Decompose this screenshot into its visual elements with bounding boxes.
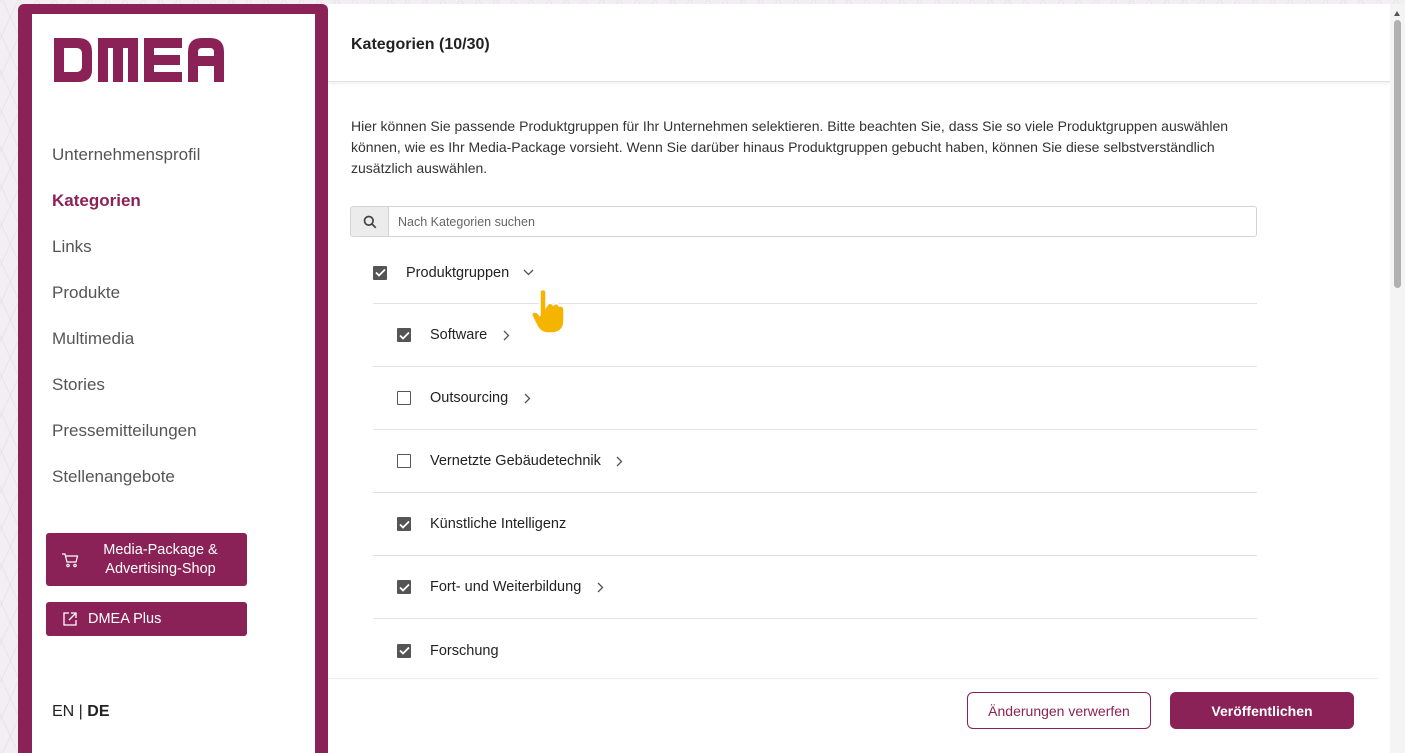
checkbox-vernetzte-gebaeudetechnik[interactable]: [397, 454, 411, 468]
dmea-plus-button[interactable]: DMEA Plus: [46, 602, 247, 636]
checkbox-forschung[interactable]: [397, 643, 411, 658]
sidebar-item-multimedia[interactable]: Multimedia: [52, 316, 200, 362]
checkbox-produktgruppen[interactable]: [373, 265, 387, 280]
checkbox-outsourcing[interactable]: [397, 391, 411, 405]
chevron-right-icon[interactable]: [520, 391, 534, 405]
search-input[interactable]: [389, 207, 1256, 236]
tree-row-fort-und-weiterbildung: Fort- und Weiterbildung: [373, 556, 1257, 619]
tree-row-forschung: Forschung: [373, 619, 1257, 682]
sidebar-item-stellenangebote[interactable]: Stellenangebote: [52, 454, 200, 500]
action-bar: Änderungen verwerfen Veröffentlichen: [328, 678, 1378, 753]
tree-row-produktgruppen: Produktgruppen: [373, 242, 1257, 304]
chevron-down-icon[interactable]: [521, 266, 535, 280]
sidebar-panel: Unternehmensprofil Kategorien Links Prod…: [32, 14, 315, 753]
hand-cursor-icon: [531, 288, 565, 334]
tree-label-kuenstliche-intelligenz[interactable]: Künstliche Intelligenz: [430, 516, 566, 532]
tree-label-fort-und-weiterbildung[interactable]: Fort- und Weiterbildung: [430, 579, 581, 595]
cart-icon: [60, 550, 80, 570]
language-switcher: EN | DE: [52, 703, 110, 721]
sidebar: Unternehmensprofil Kategorien Links Prod…: [18, 4, 328, 753]
sidebar-item-links[interactable]: Links: [52, 224, 200, 270]
publish-button[interactable]: Veröffentlichen: [1170, 692, 1354, 729]
dmea-plus-label: DMEA Plus: [88, 611, 162, 627]
tree-label-software[interactable]: Software: [430, 327, 487, 343]
tree-row-vernetzte-gebaeudetechnik: Vernetzte Gebäudetechnik: [373, 430, 1257, 493]
checkbox-software[interactable]: [397, 328, 411, 342]
scroll-up-arrow-icon[interactable]: [1394, 11, 1400, 16]
tree-label-outsourcing[interactable]: Outsourcing: [430, 390, 508, 406]
sidebar-nav: Unternehmensprofil Kategorien Links Prod…: [52, 132, 200, 500]
main-content: Kategorien (10/30) Hier können Sie passe…: [328, 4, 1390, 753]
scrollbar-thumb[interactable]: [1394, 20, 1401, 288]
tree-row-software: Software: [373, 304, 1257, 367]
category-tree: Produktgruppen Software Outsourcing Vern…: [373, 242, 1257, 682]
chevron-right-icon[interactable]: [499, 328, 513, 342]
scrollbar[interactable]: [1390, 4, 1405, 753]
media-package-shop-label: Media-Package & Advertising-Shop: [80, 541, 247, 579]
sidebar-item-unternehmensprofil[interactable]: Unternehmensprofil: [52, 132, 200, 178]
page-header: Kategorien (10/30): [328, 4, 1390, 82]
external-link-icon: [60, 609, 80, 629]
checkbox-fort-und-weiterbildung[interactable]: [397, 580, 411, 594]
chevron-right-icon[interactable]: [593, 580, 607, 594]
tree-row-outsourcing: Outsourcing: [373, 367, 1257, 430]
sidebar-item-produkte[interactable]: Produkte: [52, 270, 200, 316]
category-search: [350, 206, 1257, 237]
tree-label-produktgruppen[interactable]: Produktgruppen: [406, 265, 509, 281]
media-package-shop-button[interactable]: Media-Package & Advertising-Shop: [46, 533, 247, 586]
lang-de[interactable]: DE: [87, 703, 109, 720]
lang-en[interactable]: EN: [52, 703, 74, 720]
chevron-right-icon[interactable]: [613, 454, 627, 468]
page-title: Kategorien (10/30): [351, 36, 490, 53]
sidebar-item-pressemitteilungen[interactable]: Pressemitteilungen: [52, 408, 200, 454]
discard-changes-button[interactable]: Änderungen verwerfen: [967, 692, 1151, 729]
sidebar-item-kategorien[interactable]: Kategorien: [52, 178, 200, 224]
tree-label-forschung[interactable]: Forschung: [430, 643, 499, 659]
tree-row-kuenstliche-intelligenz: Künstliche Intelligenz: [373, 493, 1257, 556]
checkbox-kuenstliche-intelligenz[interactable]: [397, 517, 411, 531]
shop-label-line1: Media-Package &: [103, 541, 218, 558]
dmea-logo[interactable]: [54, 36, 224, 84]
lang-separator: |: [74, 703, 88, 720]
tree-label-vernetzte-gebaeudetechnik[interactable]: Vernetzte Gebäudetechnik: [430, 453, 601, 469]
intro-text: Hier können Sie passende Produktgruppen …: [351, 118, 1229, 176]
search-icon[interactable]: [351, 207, 389, 236]
shop-label-line2: Advertising-Shop: [105, 560, 216, 577]
sidebar-item-stories[interactable]: Stories: [52, 362, 200, 408]
